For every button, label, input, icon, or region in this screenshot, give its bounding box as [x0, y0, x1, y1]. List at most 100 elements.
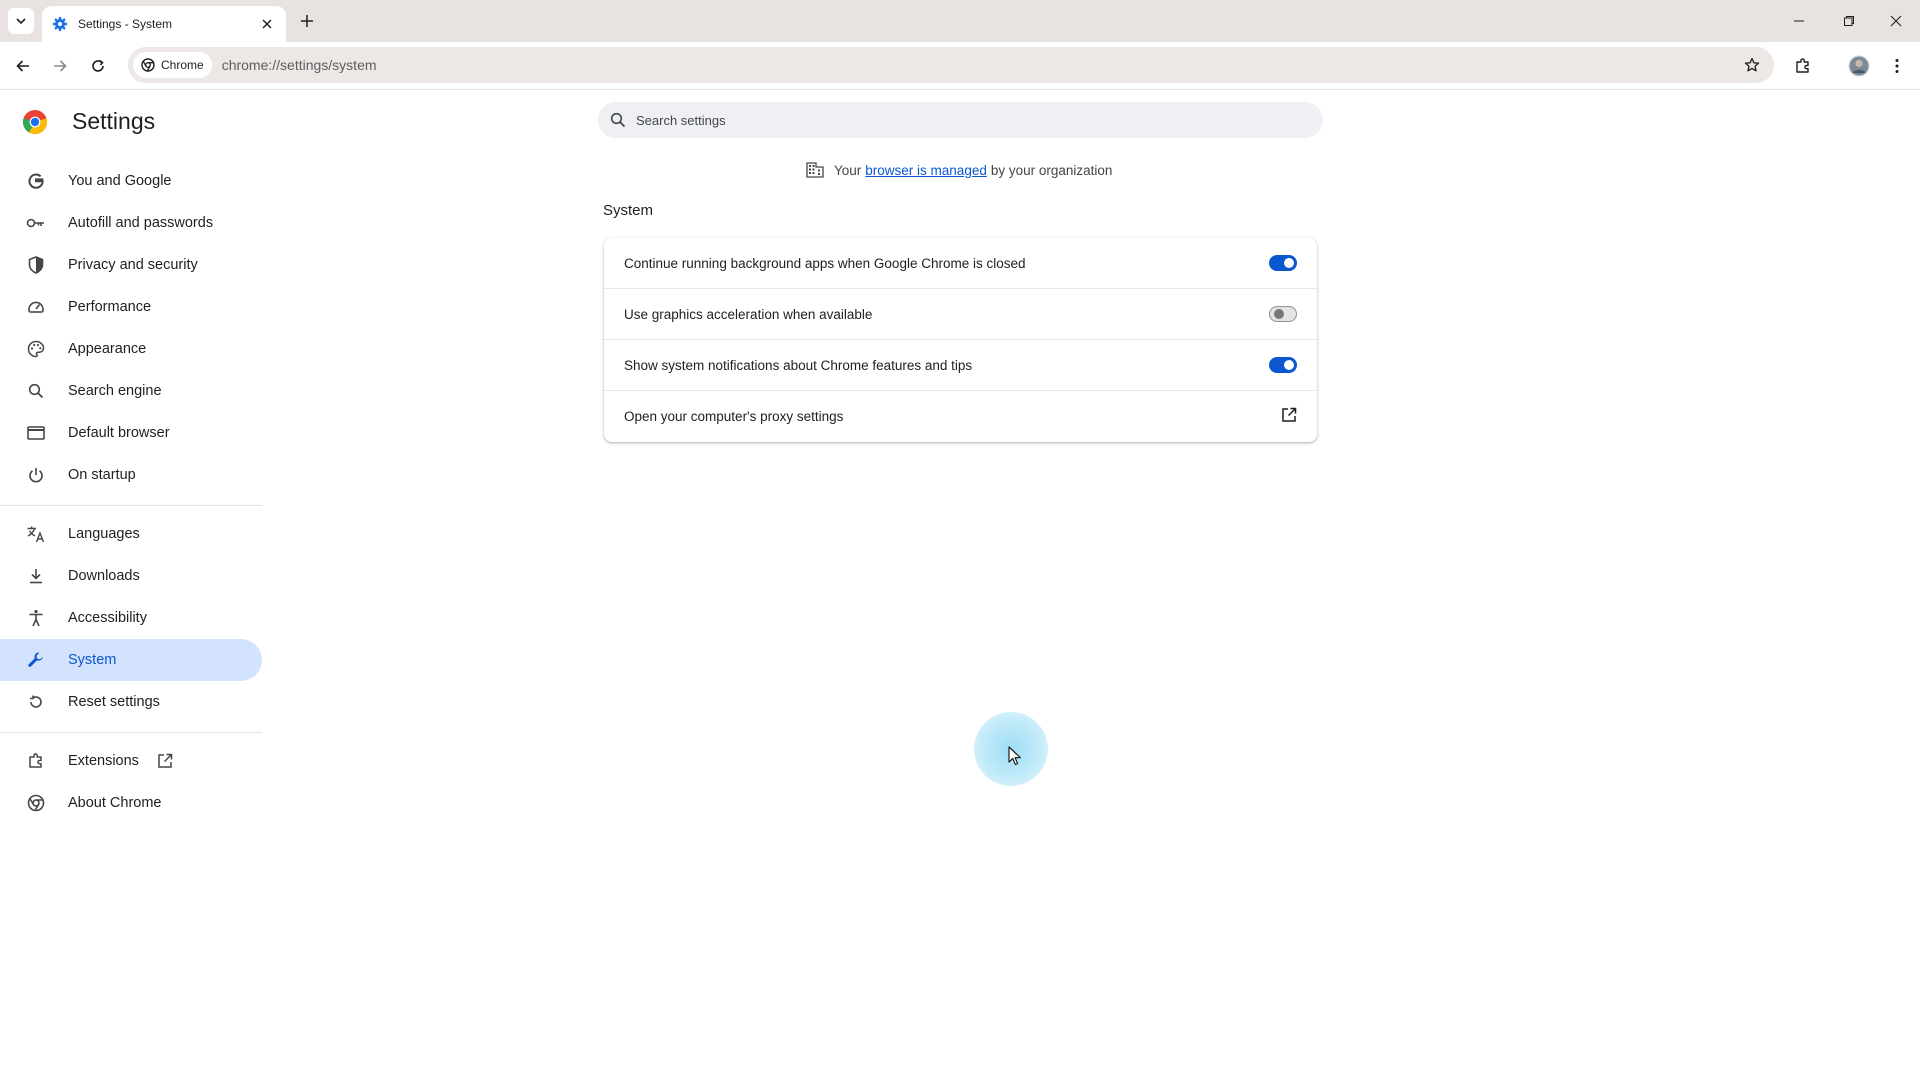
sidebar-item-label: Accessibility [68, 610, 147, 626]
sidebar-item-default-browser[interactable]: Default browser [0, 412, 262, 454]
sidebar-item-label: System [68, 652, 117, 668]
puzzle-icon [1796, 58, 1809, 73]
sidebar-item-on-startup[interactable]: On startup [0, 454, 262, 496]
sidebar-item-you-and-google[interactable]: You and Google [0, 160, 262, 202]
sidebar-item-label: Extensions [68, 753, 139, 769]
browser-managed-link[interactable]: browser is managed [865, 163, 987, 178]
setting-label: Open your computer's proxy settings [624, 409, 844, 424]
setting-label: Use graphics acceleration when available [624, 306, 873, 322]
close-tab-button[interactable] [258, 15, 276, 33]
google-g-icon [26, 171, 46, 191]
sidebar-item-search-engine[interactable]: Search engine [0, 370, 262, 412]
sidebar-item-label: About Chrome [68, 795, 162, 811]
sidebar-item-extensions[interactable]: Extensions [0, 740, 262, 782]
download-icon [26, 566, 46, 586]
menu-button[interactable] [1883, 52, 1911, 80]
setting-row-background-apps[interactable]: Continue running background apps when Go… [604, 238, 1317, 289]
tab-strip: Settings - System [0, 0, 1920, 42]
sidebar-item-label: Autofill and passwords [68, 215, 214, 231]
chrome-logo-icon [22, 109, 48, 134]
managed-notice: Your browser is managed by your organiza… [806, 162, 1112, 178]
sidebar-item-label: Languages [68, 526, 140, 542]
sidebar-item-about-chrome[interactable]: About Chrome [0, 782, 262, 824]
back-button[interactable] [9, 52, 37, 80]
sidebar-item-autofill[interactable]: Autofill and passwords [0, 202, 262, 244]
extensions-button[interactable] [1789, 52, 1817, 80]
mouse-cursor-icon [1008, 746, 1021, 766]
power-icon [26, 465, 46, 485]
settings-header: Settings [22, 108, 155, 135]
site-info-chip[interactable]: Chrome [133, 52, 212, 78]
restore-button[interactable] [1836, 8, 1862, 34]
speedometer-icon [26, 297, 46, 317]
reload-button[interactable] [84, 52, 112, 80]
arrow-left-icon [16, 60, 29, 72]
sidebar-item-languages[interactable]: Languages [0, 513, 262, 555]
close-window-button[interactable] [1883, 8, 1909, 34]
sidebar-item-label: Downloads [68, 568, 140, 584]
address-bar[interactable]: Chrome chrome://settings/system [128, 47, 1774, 83]
building-icon [806, 162, 824, 178]
shield-icon [26, 255, 46, 275]
browser-toolbar: Chrome chrome://settings/system [0, 42, 1920, 90]
sidebar-item-label: Search engine [68, 383, 162, 399]
arrow-right-icon [54, 60, 67, 72]
close-icon [262, 19, 272, 29]
page-title: Settings [72, 108, 156, 134]
search-icon [610, 112, 626, 128]
toggle-knob [1284, 258, 1294, 268]
bookmark-button[interactable] [1738, 51, 1766, 79]
avatar-icon [1848, 55, 1870, 77]
sidebar-item-label: Appearance [68, 341, 147, 357]
section-title: System [603, 202, 654, 219]
sidebar-item-performance[interactable]: Performance [0, 286, 262, 328]
setting-row-system-notifications[interactable]: Show system notifications about Chrome f… [604, 340, 1317, 391]
sidebar-item-reset-settings[interactable]: Reset settings [0, 681, 262, 723]
system-notifications-toggle[interactable] [1269, 357, 1297, 373]
external-link-icon [157, 753, 173, 769]
translate-icon [26, 524, 46, 544]
background-apps-toggle[interactable] [1269, 255, 1297, 271]
tab-title: Settings - System [78, 17, 173, 31]
managed-prefix: Your [834, 162, 862, 178]
setting-row-graphics-acceleration[interactable]: Use graphics acceleration when available [604, 289, 1317, 340]
settings-search-box[interactable] [598, 102, 1323, 138]
sidebar-item-system[interactable]: System [0, 639, 262, 681]
sidebar-item-label: Performance [68, 299, 152, 315]
sidebar-item-label: Default browser [68, 425, 170, 441]
chrome-icon [141, 58, 155, 72]
tab-search-button[interactable] [8, 8, 34, 34]
setting-label: Continue running background apps when Go… [624, 255, 1026, 271]
gear-icon [53, 17, 67, 31]
active-tab[interactable]: Settings - System [42, 6, 286, 42]
chevron-down-icon [16, 18, 26, 25]
close-icon [1890, 15, 1902, 27]
sidebar-divider [0, 505, 262, 506]
accessibility-icon [26, 608, 46, 628]
sidebar-item-label: On startup [68, 467, 136, 483]
star-icon [1744, 57, 1760, 72]
sidebar-item-label: Privacy and security [68, 257, 198, 273]
sidebar-item-downloads[interactable]: Downloads [0, 555, 262, 597]
sidebar-divider [0, 732, 262, 733]
minimize-icon [1794, 20, 1804, 22]
new-tab-button[interactable] [296, 10, 318, 32]
url-text[interactable]: chrome://settings/system [222, 57, 1738, 73]
palette-icon [26, 339, 46, 359]
minimize-button[interactable] [1786, 8, 1812, 34]
puzzle-icon [26, 751, 46, 771]
graphics-acceleration-toggle[interactable] [1269, 306, 1297, 322]
sidebar-item-appearance[interactable]: Appearance [0, 328, 262, 370]
forward-button[interactable] [46, 52, 74, 80]
sidebar-item-privacy[interactable]: Privacy and security [0, 244, 262, 286]
search-input[interactable] [636, 112, 1286, 128]
external-link-icon[interactable] [1281, 407, 1297, 426]
search-icon [26, 381, 46, 401]
restore-icon [1844, 16, 1854, 26]
setting-row-proxy-settings[interactable]: Open your computer's proxy settings [604, 391, 1317, 442]
setting-label: Show system notifications about Chrome f… [624, 357, 973, 373]
system-settings-card: Continue running background apps when Go… [604, 238, 1317, 442]
sidebar-item-accessibility[interactable]: Accessibility [0, 597, 262, 639]
profile-avatar[interactable] [1845, 52, 1873, 80]
key-icon [26, 213, 46, 233]
